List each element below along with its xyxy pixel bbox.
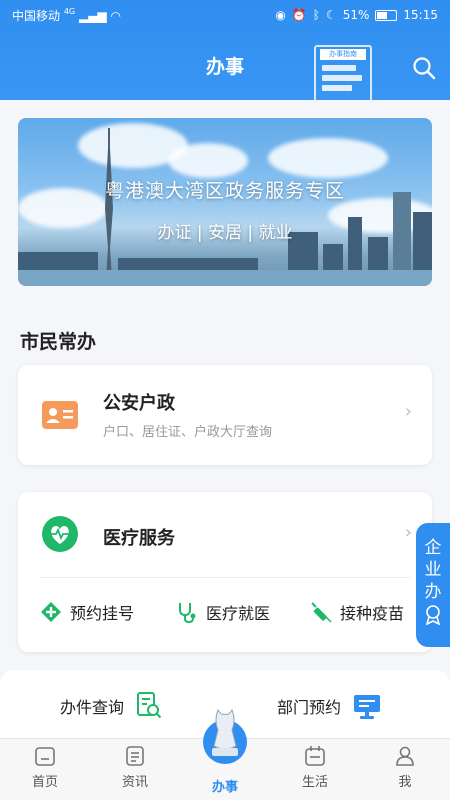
card-subtitle: 户口、居住证、户政大厅查询 <box>103 425 273 440</box>
app-header: 中国移动 4G ▂▄▆ ◠ ◉ ⏰ ᛒ ☾ 51% 15:15 办事 办事指南 <box>0 0 450 100</box>
wifi-icon: ◠ <box>110 8 121 23</box>
search-icon[interactable] <box>412 56 436 80</box>
network-type: 4G <box>63 6 76 16</box>
medical-visit-item[interactable]: 医疗就医 <box>176 600 270 624</box>
chevron-right-icon: › <box>404 401 412 422</box>
monitor-icon <box>354 695 381 719</box>
user-icon <box>396 746 414 766</box>
nav-me-label: 我 <box>398 775 412 790</box>
vaccine-item[interactable]: 接种疫苗 <box>310 600 404 624</box>
banner-subtitle: 办证 | 安居 | 就业 <box>157 223 293 243</box>
signal-icon: ▂▄▆ <box>78 8 107 23</box>
canton-tower <box>105 128 113 278</box>
divider <box>40 577 410 578</box>
card-title: 公安户政 <box>103 393 175 414</box>
appointment-label: 预约挂号 <box>70 604 135 623</box>
carrier-name: 中国移动 <box>12 8 61 23</box>
nav-services[interactable]: 办事 <box>190 776 260 795</box>
appointment-item[interactable]: 预约挂号 <box>40 600 134 624</box>
case-query-button[interactable]: 办件查询 <box>60 692 162 720</box>
nav-life[interactable]: 生活 <box>280 745 350 790</box>
banner-title: 粤港澳大湾区政务服务专区 <box>104 180 345 202</box>
card-title: 医疗服务 <box>103 528 175 549</box>
appointment-icon <box>41 602 61 622</box>
news-icon <box>126 746 144 766</box>
enterprise-service-tab[interactable]: 企 业 办 <box>416 523 450 647</box>
bluetooth-icon: ᛒ <box>312 8 320 22</box>
police-household-card[interactable]: 公安户政 户口、居住证、户政大厅查询 › <box>18 365 432 465</box>
nav-home-label: 首页 <box>31 775 58 790</box>
side-tab-char: 企 <box>424 538 442 558</box>
clock: 15:15 <box>403 8 438 22</box>
department-appointment-button[interactable]: 部门预约 <box>277 692 381 720</box>
eye-icon: ◉ <box>275 8 286 22</box>
calendar-icon <box>305 746 325 766</box>
medical-visit-label: 医疗就医 <box>206 604 271 623</box>
battery-percent: 51% <box>342 8 370 22</box>
service-guide-button[interactable]: 办事指南 <box>314 45 372 100</box>
ribbon-badge-icon <box>425 605 441 626</box>
nav-home[interactable]: 首页 <box>10 745 80 790</box>
battery-icon <box>375 9 398 21</box>
syringe-icon <box>311 602 332 623</box>
side-tab-char: 办 <box>424 582 442 602</box>
page-title: 办事 <box>205 56 244 78</box>
vaccine-label: 接种疫苗 <box>340 604 405 623</box>
nav-services-label: 办事 <box>211 780 238 795</box>
medical-service-card[interactable]: 医疗服务 › 预约挂号 医疗就医 接种疫苗 <box>18 492 432 652</box>
nav-me[interactable]: 我 <box>370 745 440 790</box>
stethoscope-icon <box>179 603 196 623</box>
nav-news[interactable]: 资讯 <box>100 745 170 790</box>
document-search-icon <box>137 692 162 719</box>
case-query-label: 办件查询 <box>60 698 125 717</box>
side-tab-char: 业 <box>424 560 442 580</box>
moon-icon: ☾ <box>325 8 337 22</box>
status-bar: 中国移动 4G ▂▄▆ ◠ ◉ ⏰ ᛒ ☾ 51% 15:15 <box>0 0 450 30</box>
emblem-icon[interactable] <box>200 702 250 764</box>
alarm-icon: ⏰ <box>291 8 307 22</box>
home-icon <box>35 747 55 766</box>
department-appointment-label: 部门预约 <box>277 698 342 717</box>
service-guide-label: 办事指南 <box>320 49 366 60</box>
chevron-right-icon: › <box>404 522 412 543</box>
heart-monitor-icon <box>42 516 78 552</box>
id-card-icon <box>42 401 78 429</box>
nav-life-label: 生活 <box>301 775 328 790</box>
nav-news-label: 资讯 <box>121 775 148 790</box>
gba-banner[interactable]: 粤港澳大湾区政务服务专区 办证 | 安居 | 就业 <box>18 118 432 286</box>
section-title: 市民常办 <box>20 331 97 353</box>
